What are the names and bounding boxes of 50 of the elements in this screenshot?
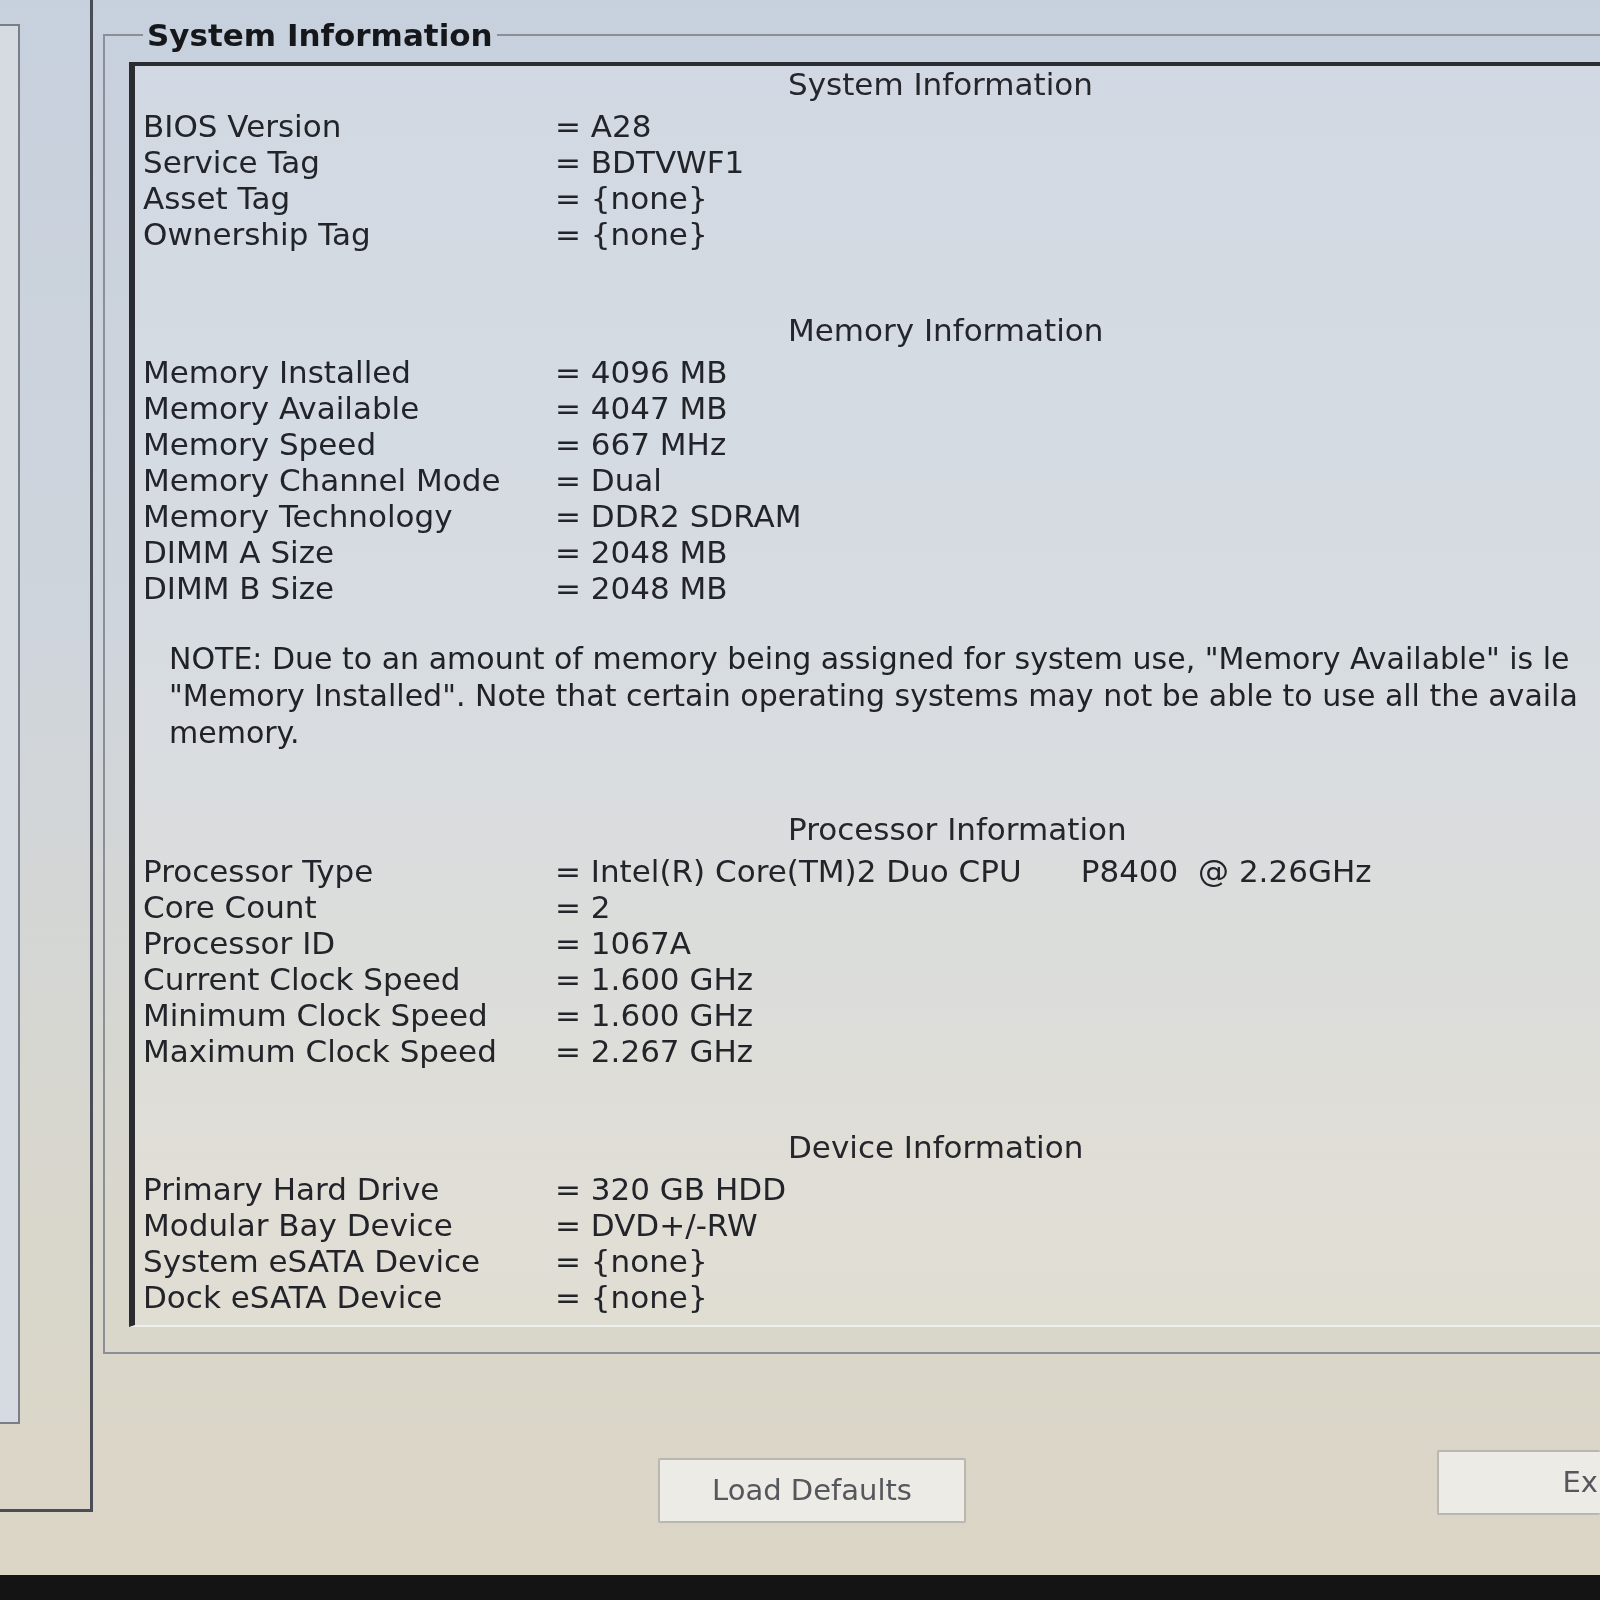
field-value: = 1067A: [555, 925, 691, 961]
field-value: = 4096 MB: [555, 354, 728, 390]
field-label: DIMM A Size: [143, 534, 335, 570]
field-value: = {none}: [555, 216, 708, 252]
field-value: = Dual: [555, 462, 662, 498]
field-label: Memory Available: [143, 390, 420, 426]
field-label: BIOS Version: [143, 108, 342, 144]
section-heading: Memory Information: [787, 312, 1105, 348]
field-label: Processor Type: [143, 853, 374, 889]
field-value: = 1.600 GHz: [555, 961, 754, 997]
field-value: = 2.267 GHz: [555, 1033, 754, 1069]
field-value: = 320 GB HDD: [555, 1171, 787, 1207]
field-label: Modular Bay Device: [143, 1207, 453, 1243]
field-value: = {none}: [555, 180, 708, 216]
field-label: Ownership Tag: [143, 216, 371, 252]
field-label: Maximum Clock Speed: [143, 1033, 497, 1069]
section-heading: Device Information: [787, 1129, 1085, 1165]
field-value: = {none}: [555, 1279, 708, 1315]
dialog-button[interactable]: Ex: [1437, 1450, 1600, 1515]
field-label: Memory Installed: [143, 354, 411, 390]
group-box-title: System Information: [146, 19, 494, 51]
dialog-button[interactable]: Load Defaults: [658, 1458, 966, 1523]
field-label: Memory Channel Mode: [143, 462, 501, 498]
field-value: = 2: [555, 889, 611, 925]
field-label: Minimum Clock Speed: [143, 997, 488, 1033]
field-value: = DDR2 SDRAM: [555, 498, 802, 534]
field-label: Asset Tag: [143, 180, 291, 216]
field-value: = 667 MHz: [555, 426, 727, 462]
field-value: = 1.600 GHz: [555, 997, 754, 1033]
field-value: = 2048 MB: [555, 570, 728, 606]
field-label: Service Tag: [143, 144, 320, 180]
field-value: = A28: [555, 108, 652, 144]
field-value: = DVD+/-RW: [555, 1207, 758, 1243]
field-label: DIMM B Size: [143, 570, 335, 606]
section-heading: Processor Information: [787, 811, 1128, 847]
field-label: Core Count: [143, 889, 317, 925]
field-label: Memory Speed: [143, 426, 377, 462]
field-label: Primary Hard Drive: [143, 1171, 440, 1207]
field-value: = BDTVWF1: [555, 144, 745, 180]
field-value: = Intel(R) Core(TM)2 Duo CPU P8400 @ 2.26GHz: [555, 853, 1372, 889]
section-heading: System Information: [787, 66, 1094, 102]
field-label: Dock eSATA Device: [143, 1279, 443, 1315]
field-label: Processor ID: [143, 925, 336, 961]
field-label: System eSATA Device: [143, 1243, 481, 1279]
field-label: Memory Technology: [143, 498, 453, 534]
field-value: = 2048 MB: [555, 534, 728, 570]
field-value: = {none}: [555, 1243, 708, 1279]
field-value: = 4047 MB: [555, 390, 728, 426]
field-label: Current Clock Speed: [143, 961, 461, 997]
memory-note: NOTE: Due to an amount of memory being assigned for system use, "Memory Available" is le "Memory Installed". Note that certain operating systems may not be able to use all the availa memory.: [169, 640, 1579, 751]
